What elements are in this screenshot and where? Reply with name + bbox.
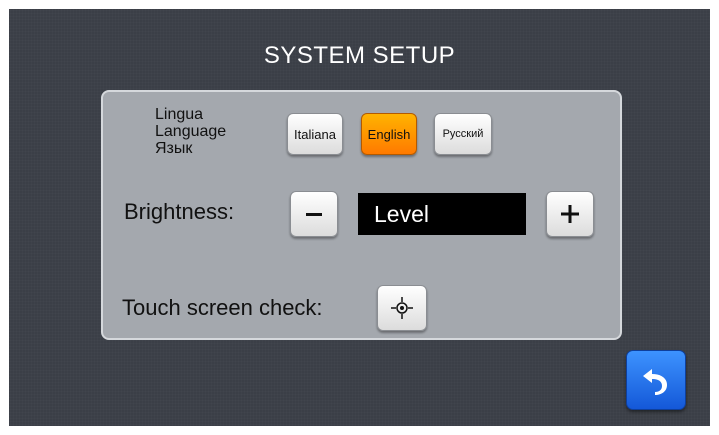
- touch-screen-check-label: Touch screen check:: [122, 295, 323, 320]
- minus-icon: [306, 213, 322, 216]
- language-russian-button[interactable]: Русский: [434, 113, 492, 155]
- touch-screen-check-button[interactable]: [377, 285, 427, 331]
- plus-icon: [561, 205, 579, 223]
- system-setup-screen: SYSTEM SETUP Lingua Language Язык Italia…: [9, 9, 710, 426]
- back-arrow-icon: [643, 369, 667, 395]
- page-title: SYSTEM SETUP: [263, 42, 456, 69]
- language-label-english: Language: [155, 123, 227, 140]
- language-labels: Lingua Language Язык: [155, 106, 226, 157]
- brightness-level-display: Level: [358, 193, 526, 235]
- crosshair-icon: [391, 297, 413, 319]
- brightness-label: Brightness:: [124, 199, 235, 224]
- language-italian-button[interactable]: Italiana: [287, 113, 343, 155]
- brightness-decrease-button[interactable]: [290, 191, 338, 237]
- language-label-russian: Язык: [155, 140, 193, 157]
- back-button[interactable]: [626, 350, 686, 410]
- settings-panel: Lingua Language Язык Italiana English Ру…: [101, 90, 622, 340]
- brightness-increase-button[interactable]: [546, 191, 594, 237]
- language-label-italian: Lingua: [155, 106, 204, 123]
- language-english-button[interactable]: English: [361, 113, 417, 155]
